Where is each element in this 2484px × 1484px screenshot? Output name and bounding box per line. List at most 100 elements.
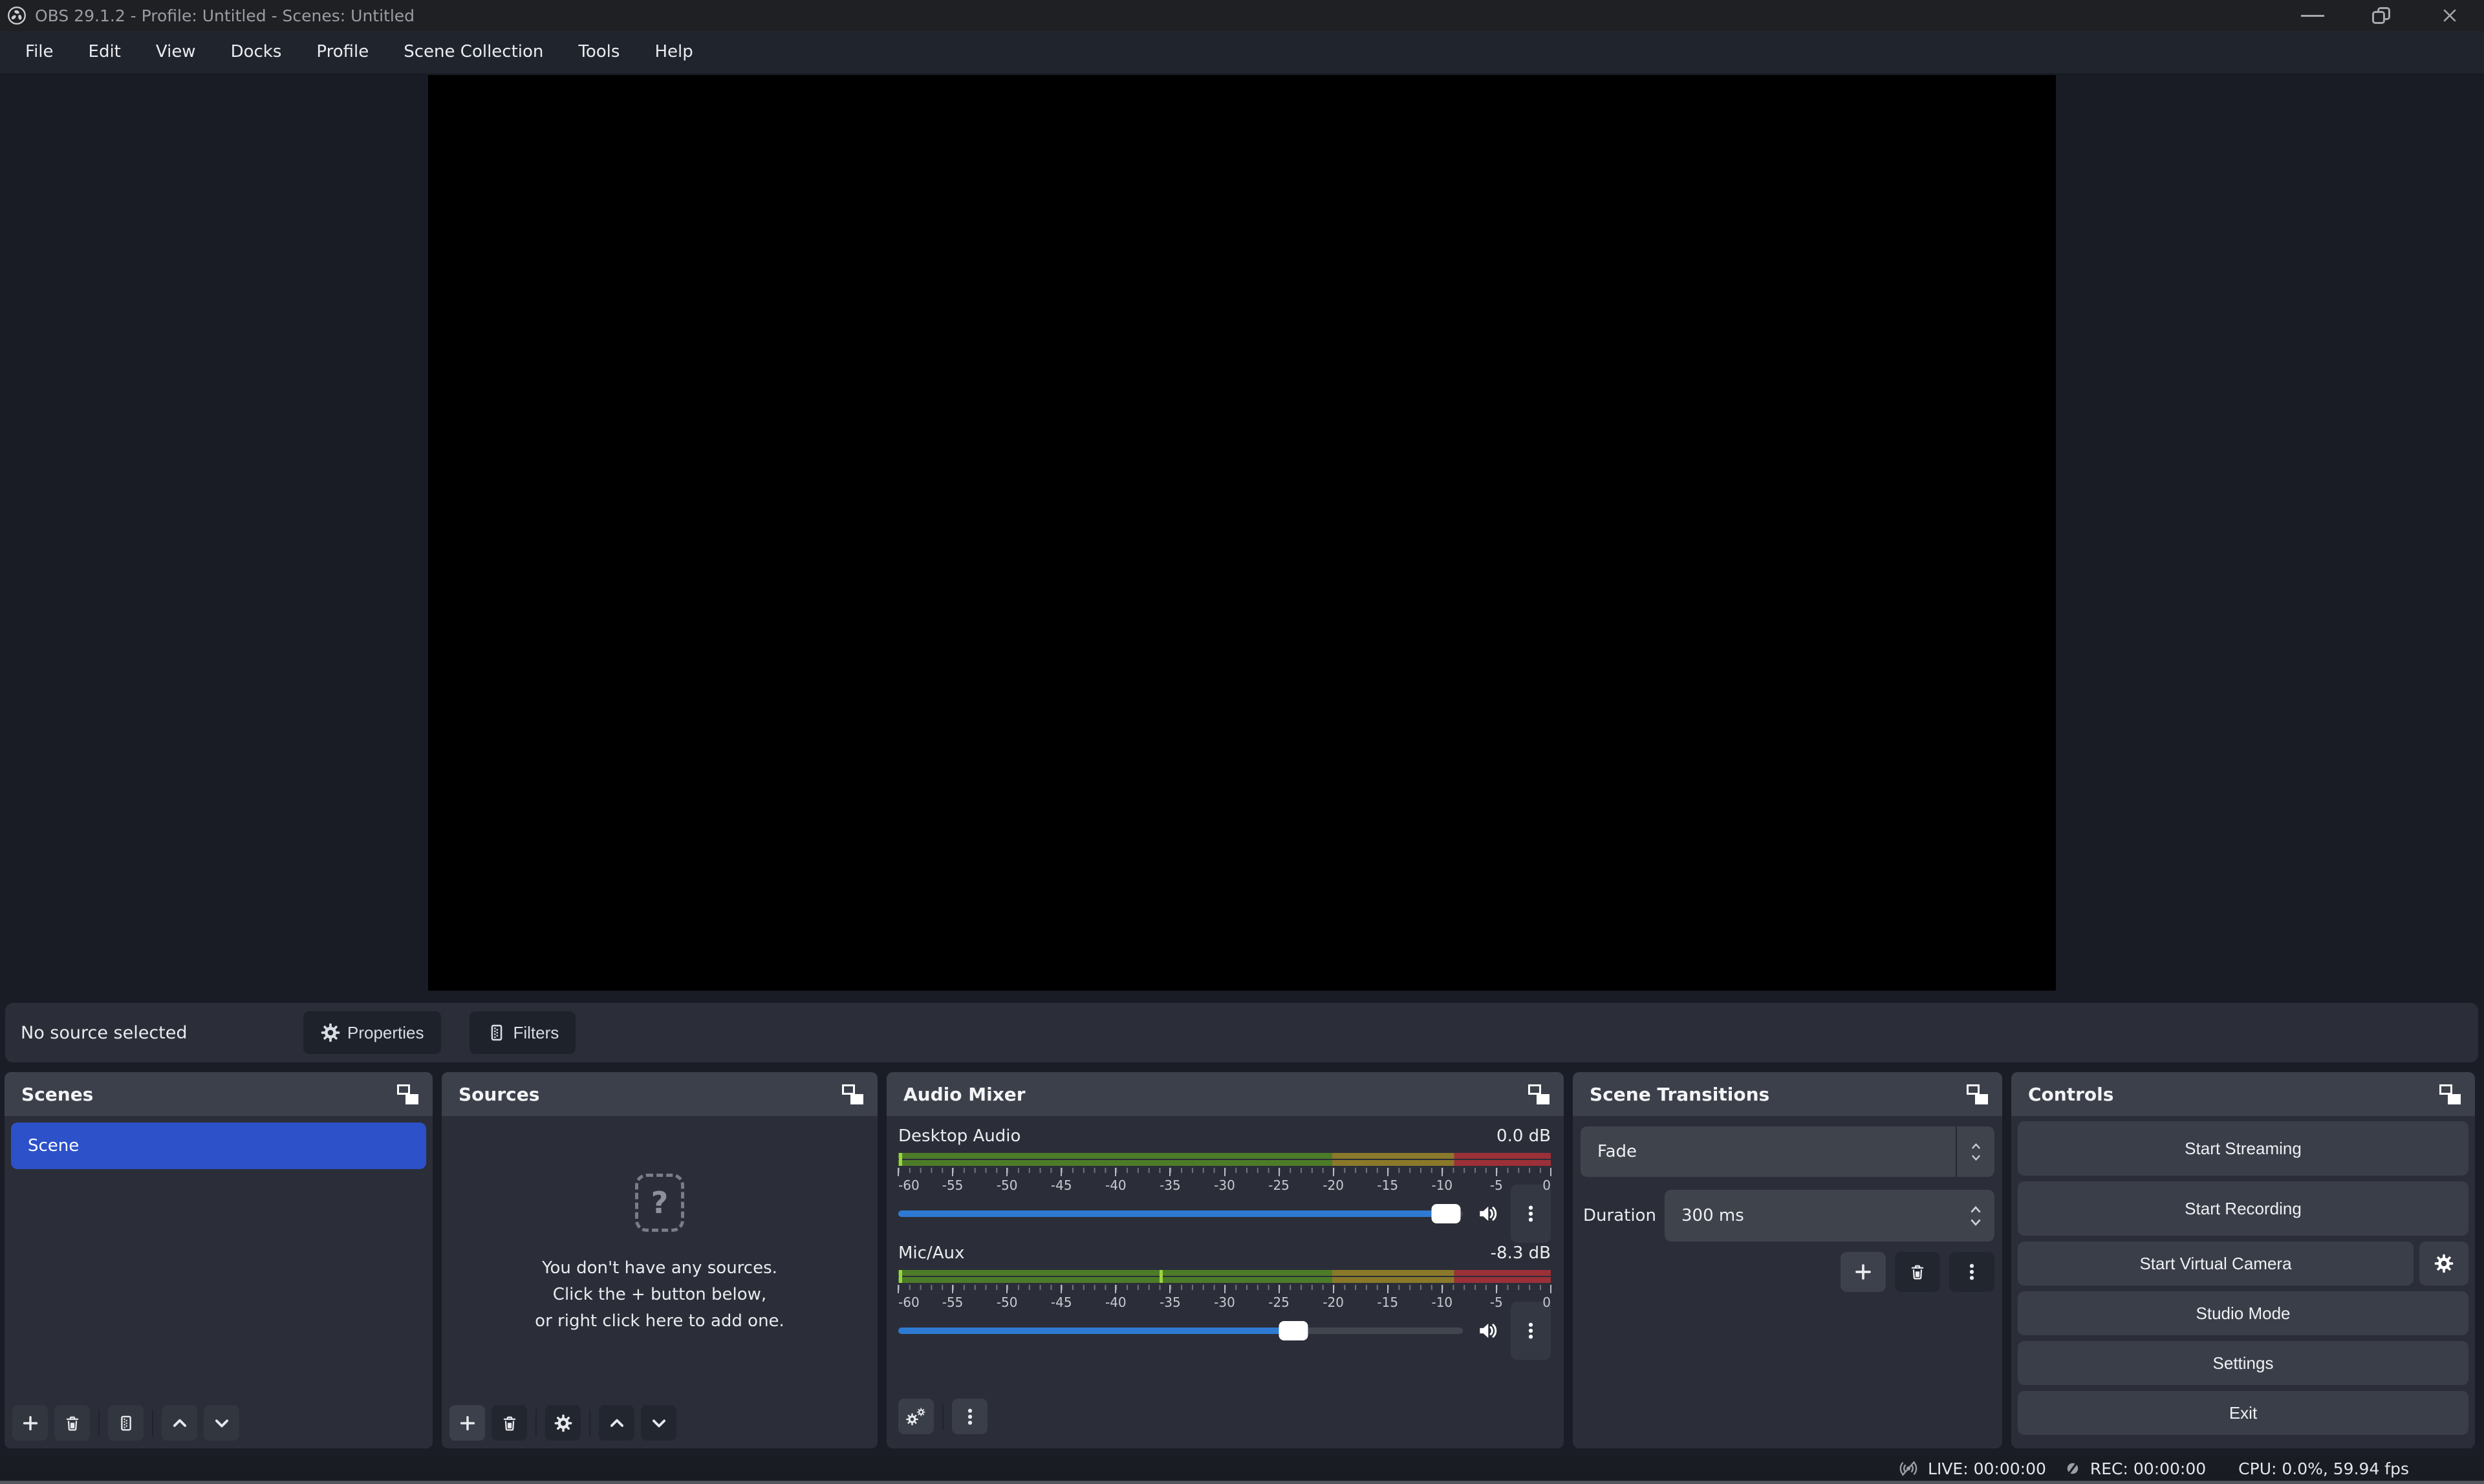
toolbar-separator — [152, 1410, 153, 1437]
db-scale-label: -35 — [1160, 1178, 1181, 1193]
combo-spinner[interactable] — [1957, 1142, 1994, 1162]
popout-icon[interactable] — [1967, 1084, 1988, 1104]
restore-button[interactable] — [2347, 0, 2415, 31]
volume-slider-handle[interactable] — [1279, 1321, 1308, 1340]
chevron-down-icon — [649, 1414, 669, 1433]
live-status: LIVE: 00:00:00 — [1897, 1458, 2046, 1479]
db-tick — [1006, 1168, 1008, 1176]
speaker-icon[interactable] — [1476, 1318, 1500, 1343]
controls-dock-header[interactable]: Controls — [2011, 1072, 2475, 1116]
move-source-down-button[interactable] — [641, 1405, 676, 1441]
db-scale-label: -5 — [1490, 1295, 1503, 1310]
duration-spinbox[interactable]: 300 ms — [1665, 1190, 1994, 1242]
trash-icon — [500, 1414, 519, 1433]
db-scale-label: -5 — [1490, 1178, 1503, 1193]
gear-icon — [320, 1022, 341, 1043]
scenes-dock: Scenes Scene — [5, 1072, 433, 1448]
rec-timer: REC: 00:00:00 — [2090, 1459, 2206, 1478]
channel-db-value: -8.3 dB — [1491, 1243, 1551, 1263]
preview-canvas[interactable] — [428, 75, 2056, 991]
minimize-button[interactable] — [2278, 0, 2347, 31]
start-virtual-camera-button[interactable]: Start Virtual Camera — [2018, 1242, 2414, 1285]
volume-slider-fill — [898, 1328, 1293, 1334]
scenes-dock-header[interactable]: Scenes — [5, 1072, 433, 1116]
preview-area — [0, 73, 2484, 1002]
start-streaming-button[interactable]: Start Streaming — [2018, 1121, 2468, 1176]
add-transition-button[interactable] — [1841, 1252, 1886, 1292]
sources-list[interactable]: ? You don't have any sources.Click the +… — [442, 1116, 878, 1448]
menu-item[interactable]: File — [8, 31, 71, 73]
db-tick — [1061, 1285, 1062, 1293]
plus-icon — [1853, 1262, 1874, 1282]
menu-item[interactable]: Profile — [299, 31, 386, 73]
menu-item[interactable]: Tools — [561, 31, 637, 73]
mixer-channel-mic-aux: Mic/Aux -8.3 dB -60-55-50-45-40-35-30-25… — [898, 1241, 1551, 1346]
close-button[interactable] — [2415, 0, 2484, 31]
kebab-icon — [1521, 1321, 1540, 1340]
popout-icon[interactable] — [1528, 1084, 1550, 1104]
db-tick — [1006, 1285, 1008, 1293]
volume-row — [898, 1315, 1551, 1346]
sources-empty-line: or right click here to add one. — [535, 1308, 784, 1335]
db-tick — [1442, 1285, 1443, 1293]
studio-mode-button[interactable]: Studio Mode — [2018, 1291, 2468, 1335]
scenes-list[interactable]: Scene — [5, 1116, 433, 1448]
scene-transitions-dock-header[interactable]: Scene Transitions — [1573, 1072, 2002, 1116]
record-off-icon — [2063, 1459, 2082, 1478]
popout-icon[interactable] — [842, 1084, 863, 1104]
popout-icon[interactable] — [2439, 1084, 2461, 1104]
settings-button[interactable]: Settings — [2018, 1341, 2468, 1385]
mixer-menu-button[interactable] — [952, 1399, 988, 1434]
duration-value: 300 ms — [1681, 1206, 1957, 1225]
remove-scene-button[interactable] — [54, 1405, 90, 1441]
db-tick — [1496, 1285, 1497, 1293]
db-scale-label: -35 — [1160, 1295, 1181, 1310]
volume-slider-handle[interactable] — [1431, 1204, 1460, 1223]
duration-spinner[interactable] — [1957, 1205, 1994, 1227]
filters-button[interactable]: Filters — [470, 1011, 576, 1054]
virtual-camera-row: Start Virtual Camera — [2018, 1242, 2468, 1285]
scene-transitions-dock-title: Scene Transitions — [1590, 1084, 1769, 1105]
scene-filters-button[interactable] — [108, 1405, 144, 1441]
transition-menu-button[interactable] — [1949, 1252, 1994, 1292]
db-tick — [1387, 1285, 1388, 1293]
remove-transition-button[interactable] — [1895, 1252, 1940, 1292]
menu-item[interactable]: Docks — [213, 31, 299, 73]
speaker-icon[interactable] — [1476, 1201, 1500, 1226]
transition-select[interactable]: Fade — [1581, 1126, 1994, 1177]
trash-icon — [1908, 1262, 1927, 1282]
add-source-button[interactable] — [449, 1405, 485, 1441]
volume-slider[interactable] — [898, 1328, 1463, 1334]
advanced-audio-button[interactable] — [898, 1399, 934, 1434]
audio-mixer-dock-header[interactable]: Audio Mixer — [887, 1072, 1564, 1116]
gear-icon — [2434, 1253, 2454, 1274]
remove-source-button[interactable] — [491, 1405, 527, 1441]
virtual-camera-settings-button[interactable] — [2419, 1242, 2468, 1285]
menu-item[interactable]: Edit — [71, 31, 138, 73]
chevron-up-icon — [170, 1414, 189, 1433]
db-scale-label: -50 — [997, 1295, 1018, 1310]
move-scene-down-button[interactable] — [204, 1405, 239, 1441]
db-scale-label: -30 — [1214, 1295, 1235, 1310]
scene-list-item-selected[interactable]: Scene — [11, 1123, 426, 1169]
source-properties-button[interactable] — [545, 1405, 581, 1441]
menu-item[interactable]: Help — [637, 31, 710, 73]
move-source-up-button[interactable] — [599, 1405, 634, 1441]
menu-item[interactable]: View — [138, 31, 213, 73]
menu-item[interactable]: Scene Collection — [386, 31, 561, 73]
properties-button[interactable]: Properties — [303, 1011, 441, 1054]
add-scene-button[interactable] — [12, 1405, 48, 1441]
mixer-channel-desktop-audio: Desktop Audio 0.0 dB -60-55-50-45-40-35-… — [898, 1124, 1551, 1229]
start-recording-button[interactable]: Start Recording — [2018, 1181, 2468, 1236]
restore-icon — [2372, 7, 2390, 24]
move-scene-up-button[interactable] — [162, 1405, 197, 1441]
db-scale-label: -10 — [1431, 1295, 1453, 1310]
popout-icon[interactable] — [397, 1084, 418, 1104]
db-scale-label: -30 — [1214, 1178, 1235, 1193]
exit-button[interactable]: Exit — [2018, 1391, 2468, 1435]
volume-slider[interactable] — [898, 1210, 1463, 1217]
trash-icon — [63, 1414, 82, 1433]
window-title: OBS 29.1.2 - Profile: Untitled - Scenes:… — [35, 6, 415, 25]
db-scale-label: -10 — [1431, 1178, 1453, 1193]
menu-bar: FileEditViewDocksProfileScene Collection… — [0, 31, 2484, 73]
